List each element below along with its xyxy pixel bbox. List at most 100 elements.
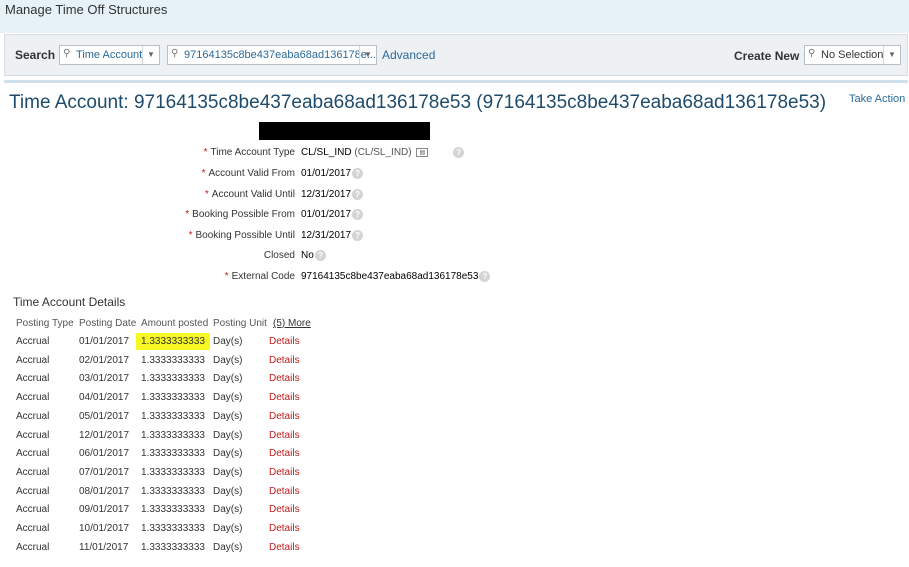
details-link[interactable]: Details xyxy=(269,411,300,422)
posting-type-cell: Accrual xyxy=(16,485,50,497)
column-header-posting-date: Posting Date xyxy=(79,318,137,329)
posting-type-cell: Accrual xyxy=(16,541,50,553)
posting-unit-cell: Day(s) xyxy=(213,448,243,460)
details-link[interactable]: Details xyxy=(269,355,300,366)
search-type-value: Time Account xyxy=(76,49,143,61)
field-value-account-valid-until: 12/31/2017? xyxy=(301,189,364,200)
posting-date-cell: 04/01/2017 xyxy=(79,392,130,404)
help-icon[interactable]: ? xyxy=(352,230,364,241)
posting-date-cell: 01/01/2017 xyxy=(79,336,130,347)
help-icon[interactable]: ? xyxy=(352,209,364,220)
posting-unit-cell: Day(s) xyxy=(213,466,243,478)
posting-type-cell: Accrual xyxy=(16,448,50,460)
take-action-menu[interactable]: Take Action ▼ xyxy=(849,93,909,105)
posting-date-cell: 08/01/2017 xyxy=(79,485,130,497)
search-icon: ⚲ xyxy=(808,48,816,59)
field-label-closed: Closed xyxy=(263,250,295,261)
details-link[interactable]: Details xyxy=(269,373,300,384)
details-link[interactable]: Details xyxy=(269,486,300,497)
table-row: Accrual 04/01/2017 1.3333333333 Day(s) Detai… xyxy=(0,389,909,408)
table-row: Accrual 06/01/2017 1.3333333333 Day(s) Detai… xyxy=(0,445,909,464)
table-row: Accrual 03/01/2017 1.3333333333 Day(s) Detai… xyxy=(0,370,909,389)
posting-unit-cell: Day(s) xyxy=(213,541,243,553)
field-label-account-valid-from: * Account Valid From xyxy=(201,168,295,179)
amount-posted-cell: 1.3333333333 xyxy=(141,354,205,366)
take-action-label[interactable]: Take Action xyxy=(849,93,905,105)
details-link[interactable]: Details xyxy=(269,523,300,534)
posting-date-cell: 12/01/2017 xyxy=(79,429,130,441)
create-new-value: No Selection xyxy=(821,49,884,61)
table-row: Accrual 09/01/2017 1.3333333333 Day(s) Detai… xyxy=(0,501,909,520)
help-icon[interactable]: ? xyxy=(352,168,364,179)
amount-posted-cell: 1.3333333333 xyxy=(136,333,210,350)
chevron-down-icon[interactable]: ▼ xyxy=(883,46,900,64)
search-label: Search : xyxy=(15,48,63,62)
table-row: Accrual 12/01/2017 1.3333333333 Day(s) Detai… xyxy=(0,427,909,446)
posting-unit-cell: Day(s) xyxy=(213,410,243,422)
search-icon: ⚲ xyxy=(171,48,179,59)
field-label-time-account-type: * Time Account Type xyxy=(203,147,295,158)
advanced-search-link[interactable]: Advanced xyxy=(382,48,435,62)
details-link[interactable]: Details xyxy=(269,448,300,459)
details-link[interactable]: Details xyxy=(269,430,300,441)
search-query-select[interactable]: ⚲ 97164135c8be437eaba68ad136178e... ▼ xyxy=(167,45,377,65)
posting-type-cell: Accrual xyxy=(16,523,50,534)
posting-type-cell: Accrual xyxy=(16,336,50,347)
field-value-closed: No? xyxy=(301,250,326,261)
details-link[interactable]: Details xyxy=(269,392,300,403)
amount-posted-cell: 1.3333333333 xyxy=(141,466,205,478)
amount-posted-cell: 1.3333333333 xyxy=(141,541,205,553)
amount-posted-cell: 1.3333333333 xyxy=(141,504,205,516)
chevron-down-icon[interactable]: ▼ xyxy=(359,46,376,64)
table-row: Accrual 11/01/2017 1.3333333333 Day(s) Detai… xyxy=(0,539,909,558)
table-row: Accrual 05/01/2017 1.3333333333 Day(s) Detai… xyxy=(0,408,909,427)
details-link[interactable]: Details xyxy=(269,336,300,347)
amount-posted-cell: 1.3333333333 xyxy=(141,523,205,534)
amount-posted-cell: 1.3333333333 xyxy=(141,392,205,404)
field-value-external-code: 97164135c8be437eaba68ad136178e53? xyxy=(301,271,491,282)
help-icon[interactable]: ? xyxy=(453,147,465,158)
column-header-posting-unit: Posting Unit xyxy=(213,318,267,329)
posting-unit-cell: Day(s) xyxy=(213,504,243,516)
help-icon[interactable]: ? xyxy=(314,250,326,261)
posting-unit-cell: Day(s) xyxy=(213,336,243,347)
amount-posted-cell: 1.3333333333 xyxy=(141,410,205,422)
field-value-booking-possible-from: 01/01/2017? xyxy=(301,209,364,220)
details-link[interactable]: Details xyxy=(269,542,300,553)
details-link[interactable]: Details xyxy=(269,467,300,478)
posting-type-cell: Accrual xyxy=(16,466,50,478)
help-icon[interactable]: ? xyxy=(479,271,491,282)
field-label-external-code: * External Code xyxy=(224,271,295,282)
search-type-select[interactable]: ⚲ Time Account ▼ xyxy=(59,45,160,65)
posting-unit-cell: Day(s) xyxy=(213,485,243,497)
create-new-select[interactable]: ⚲ No Selection ▼ xyxy=(804,45,901,65)
posting-unit-cell: Day(s) xyxy=(213,354,243,366)
search-query-value: 97164135c8be437eaba68ad136178e... xyxy=(184,49,377,61)
card-icon[interactable]: ▤ xyxy=(416,148,429,157)
column-header-posting-type: Posting Type xyxy=(16,318,74,329)
posting-unit-cell: Day(s) xyxy=(213,429,243,441)
section-title: Time Account Details xyxy=(13,295,126,309)
table-row: Accrual 07/01/2017 1.3333333333 Day(s) Detai… xyxy=(0,464,909,483)
column-header-amount-posted: Amount posted xyxy=(141,318,209,329)
amount-posted-cell: 1.3333333333 xyxy=(141,448,205,460)
posting-type-cell: Accrual xyxy=(16,373,50,385)
posting-type-cell: Accrual xyxy=(16,354,50,366)
table-row: Accrual 08/01/2017 1.3333333333 Day(s) Detai… xyxy=(0,483,909,502)
help-icon[interactable]: ? xyxy=(352,189,364,200)
field-label-booking-possible-until: * Booking Possible Until xyxy=(188,230,295,241)
posting-date-cell: 05/01/2017 xyxy=(79,410,130,422)
posting-date-cell: 02/01/2017 xyxy=(79,354,130,366)
posting-date-cell: 09/01/2017 xyxy=(79,504,130,516)
posting-date-cell: 06/01/2017 xyxy=(79,448,130,460)
chevron-down-icon[interactable]: ▼ xyxy=(142,46,159,64)
posting-type-cell: Accrual xyxy=(16,504,50,516)
more-columns-link[interactable]: (5) More xyxy=(273,318,311,329)
amount-posted-cell: 1.3333333333 xyxy=(141,429,205,441)
posting-type-cell: Accrual xyxy=(16,392,50,404)
details-link[interactable]: Details xyxy=(269,504,300,515)
posting-unit-cell: Day(s) xyxy=(213,523,243,534)
posting-date-cell: 07/01/2017 xyxy=(79,466,130,478)
amount-posted-cell: 1.3333333333 xyxy=(141,485,205,497)
create-new-label: Create New : xyxy=(734,49,807,63)
